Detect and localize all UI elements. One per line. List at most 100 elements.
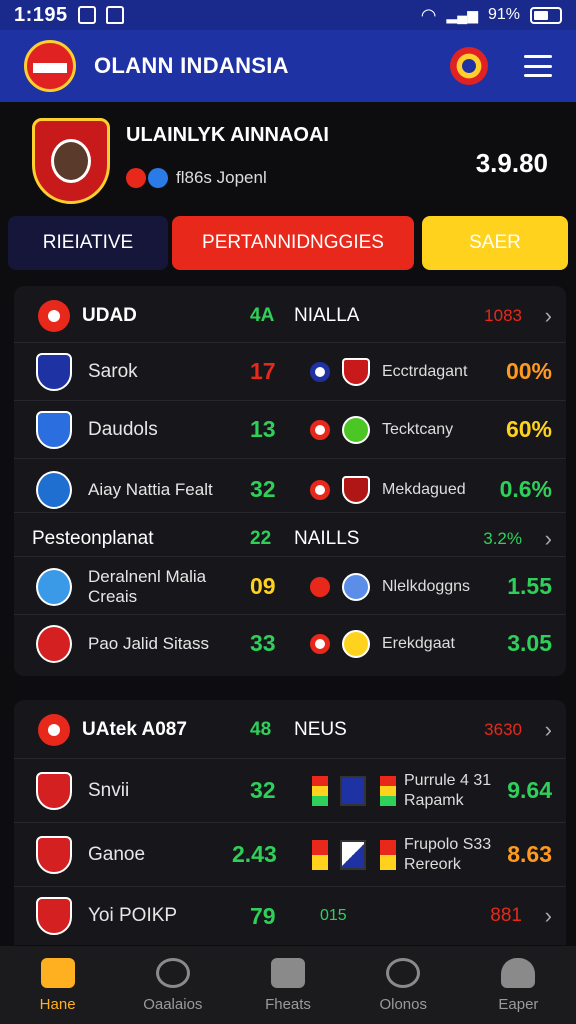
opponent-name: Erekdgaat <box>382 634 455 652</box>
opponent-crest-icon <box>342 475 370 504</box>
match-value: 33 <box>250 630 276 656</box>
nav-details[interactable]: Oaalaios <box>115 946 230 1024</box>
battery-icon <box>530 6 562 24</box>
team-header: ULAINLYK AINNAOAI fl86s Jopenl 3.9.80 <box>0 108 576 208</box>
status-bar: 1:195 ◠ ▂▄▆ 91% <box>0 0 576 30</box>
news-row[interactable]: Ganoe 2.43 Frupolo S33 Rereork 8.63 <box>14 822 566 886</box>
section-right-value: 1083 <box>484 306 522 325</box>
tab-matches[interactable]: PERTANNIDNGGIES <box>172 216 414 270</box>
news-detail: Frupolo S33 Rereork <box>404 835 492 873</box>
club-name: Ganoe <box>88 843 146 865</box>
club-crest-icon <box>36 897 72 935</box>
tab-saer[interactable]: SAER <box>422 216 568 270</box>
section-number: 48 <box>250 719 272 740</box>
fixture-dot-icon <box>310 419 330 440</box>
signal-icon: ▂▄▆ <box>446 6 478 23</box>
team-subtitle: fl86s Jopenl <box>126 168 267 188</box>
news-metric: 9.64 <box>507 777 552 803</box>
opponent-name: Ecctrdagant <box>382 362 468 380</box>
flag-icon <box>312 839 328 870</box>
match-row[interactable]: Daudols 13 Tecktcany 60% <box>14 400 566 458</box>
target-icon[interactable] <box>450 47 488 85</box>
news-row[interactable]: Yoi POIKP 79 015 881 › <box>14 886 566 945</box>
news-card: UAtek A087 48 NEUS 3630 › Snvii 32 Purru… <box>14 700 566 945</box>
fixture-dot-icon <box>310 479 330 500</box>
section-label: NEUS <box>294 719 347 740</box>
section-title: UAtek A087 <box>82 719 187 740</box>
match-value: 09 <box>250 573 276 599</box>
opponent-name: Nlelkdoggns <box>382 577 471 595</box>
home-icon <box>40 957 75 988</box>
nav-label: Oaalaios <box>143 995 203 1013</box>
news-right-value: 881 <box>490 905 522 926</box>
chevron-right-icon[interactable]: › <box>545 303 552 329</box>
chevron-right-icon[interactable]: › <box>545 717 552 743</box>
tab-relative[interactable]: RIEIATIVE <box>8 216 168 270</box>
match-row[interactable]: Sarok 17 Ecctrdagant 00% <box>14 342 566 400</box>
section-header[interactable]: UDAD 4A NIALLA 1083 › <box>14 286 566 346</box>
section-header[interactable]: UAtek A087 48 NEUS 3630 › <box>14 700 566 760</box>
nav-profile[interactable]: Eaper <box>461 946 576 1024</box>
news-value: 32 <box>250 777 276 803</box>
match-value: 17 <box>250 358 276 384</box>
nav-home[interactable]: Hane <box>0 946 115 1024</box>
match-percent: 0.6% <box>499 476 552 502</box>
subsection-right-value: 3.2% <box>483 528 522 548</box>
club-crest-icon <box>36 624 72 663</box>
match-row[interactable]: Pao Jalid Sitass 33 Erekdgaat 3.05 <box>14 614 566 672</box>
section-title: UDAD <box>82 305 137 326</box>
opponent-crest-icon <box>342 357 370 386</box>
club-crest-icon <box>36 771 72 810</box>
match-row[interactable]: Deralnenl Malia Creais 09 Nlelkdoggns 1.… <box>14 556 566 616</box>
nav-feeds[interactable]: Fheats <box>230 946 345 1024</box>
message-icon <box>77 6 96 24</box>
chevron-right-icon[interactable]: › <box>545 526 552 552</box>
app-logo[interactable] <box>24 40 76 92</box>
opponent-crest-icon <box>342 572 370 601</box>
status-time: 1:195 <box>14 3 68 26</box>
flag-icon <box>312 775 328 806</box>
team-subtitle-text: fl86s Jopenl <box>176 168 267 187</box>
player-photo <box>51 139 91 183</box>
chevron-right-icon[interactable]: › <box>545 903 552 929</box>
opponent-crest-icon <box>342 629 370 658</box>
news-extra: 015 <box>320 907 347 924</box>
club-name: Deralnenl Malia Creais <box>88 566 207 606</box>
news-row[interactable]: Snvii 32 Purrule 4 31 Rapamk 9.64 <box>14 758 566 822</box>
menu-icon[interactable] <box>524 55 552 77</box>
match-percent: 1.55 <box>507 573 552 599</box>
opponent-crest-icon <box>342 415 370 444</box>
standings-card: UDAD 4A NIALLA 1083 › Sarok 17 Ecctrdaga… <box>14 286 566 676</box>
nav-label: Fheats <box>265 995 311 1013</box>
news-value: 2.43 <box>232 841 277 867</box>
league-flower-icon <box>38 714 70 746</box>
app-title: OLANN INDANSIA <box>94 53 289 78</box>
subsection-number: 22 <box>250 527 272 549</box>
flag-icon <box>340 775 366 806</box>
blue-badge-icon <box>148 168 168 188</box>
match-row[interactable]: Aiay Nattia Fealt 32 Mekdagued 0.6% <box>14 458 566 520</box>
nav-clubs[interactable]: Olonos <box>346 946 461 1024</box>
bottom-nav: Hane Oaalaios Fheats Olonos Eaper <box>0 946 576 1024</box>
flag-icon <box>380 839 396 870</box>
club-crest-icon <box>36 410 72 449</box>
clock-icon <box>155 957 190 988</box>
club-crest-icon <box>36 567 72 606</box>
tab-bar: RIEIATIVE PERTANNIDNGGIES SAER <box>8 216 568 270</box>
subsection-title: Pesteonplanat <box>32 527 154 549</box>
club-name: Snvii <box>88 779 130 801</box>
match-value: 13 <box>250 416 276 442</box>
flag-icon <box>380 775 396 806</box>
league-flower-icon <box>38 300 70 332</box>
club-crest-icon <box>36 470 72 509</box>
club-crest-icon <box>36 835 72 874</box>
team-name: ULAINLYK AINNAOAI <box>126 124 329 146</box>
news-detail: Purrule 4 31 Rapamk <box>404 771 492 809</box>
fixture-dot-icon <box>310 633 330 654</box>
opponent-name: Mekdagued <box>382 480 466 498</box>
match-percent: 3.05 <box>507 630 552 656</box>
wifi-icon: ◠ <box>420 4 437 25</box>
club-name: Sarok <box>88 360 138 382</box>
nav-label: Olonos <box>379 995 427 1013</box>
section-label: NIALLA <box>294 305 360 326</box>
